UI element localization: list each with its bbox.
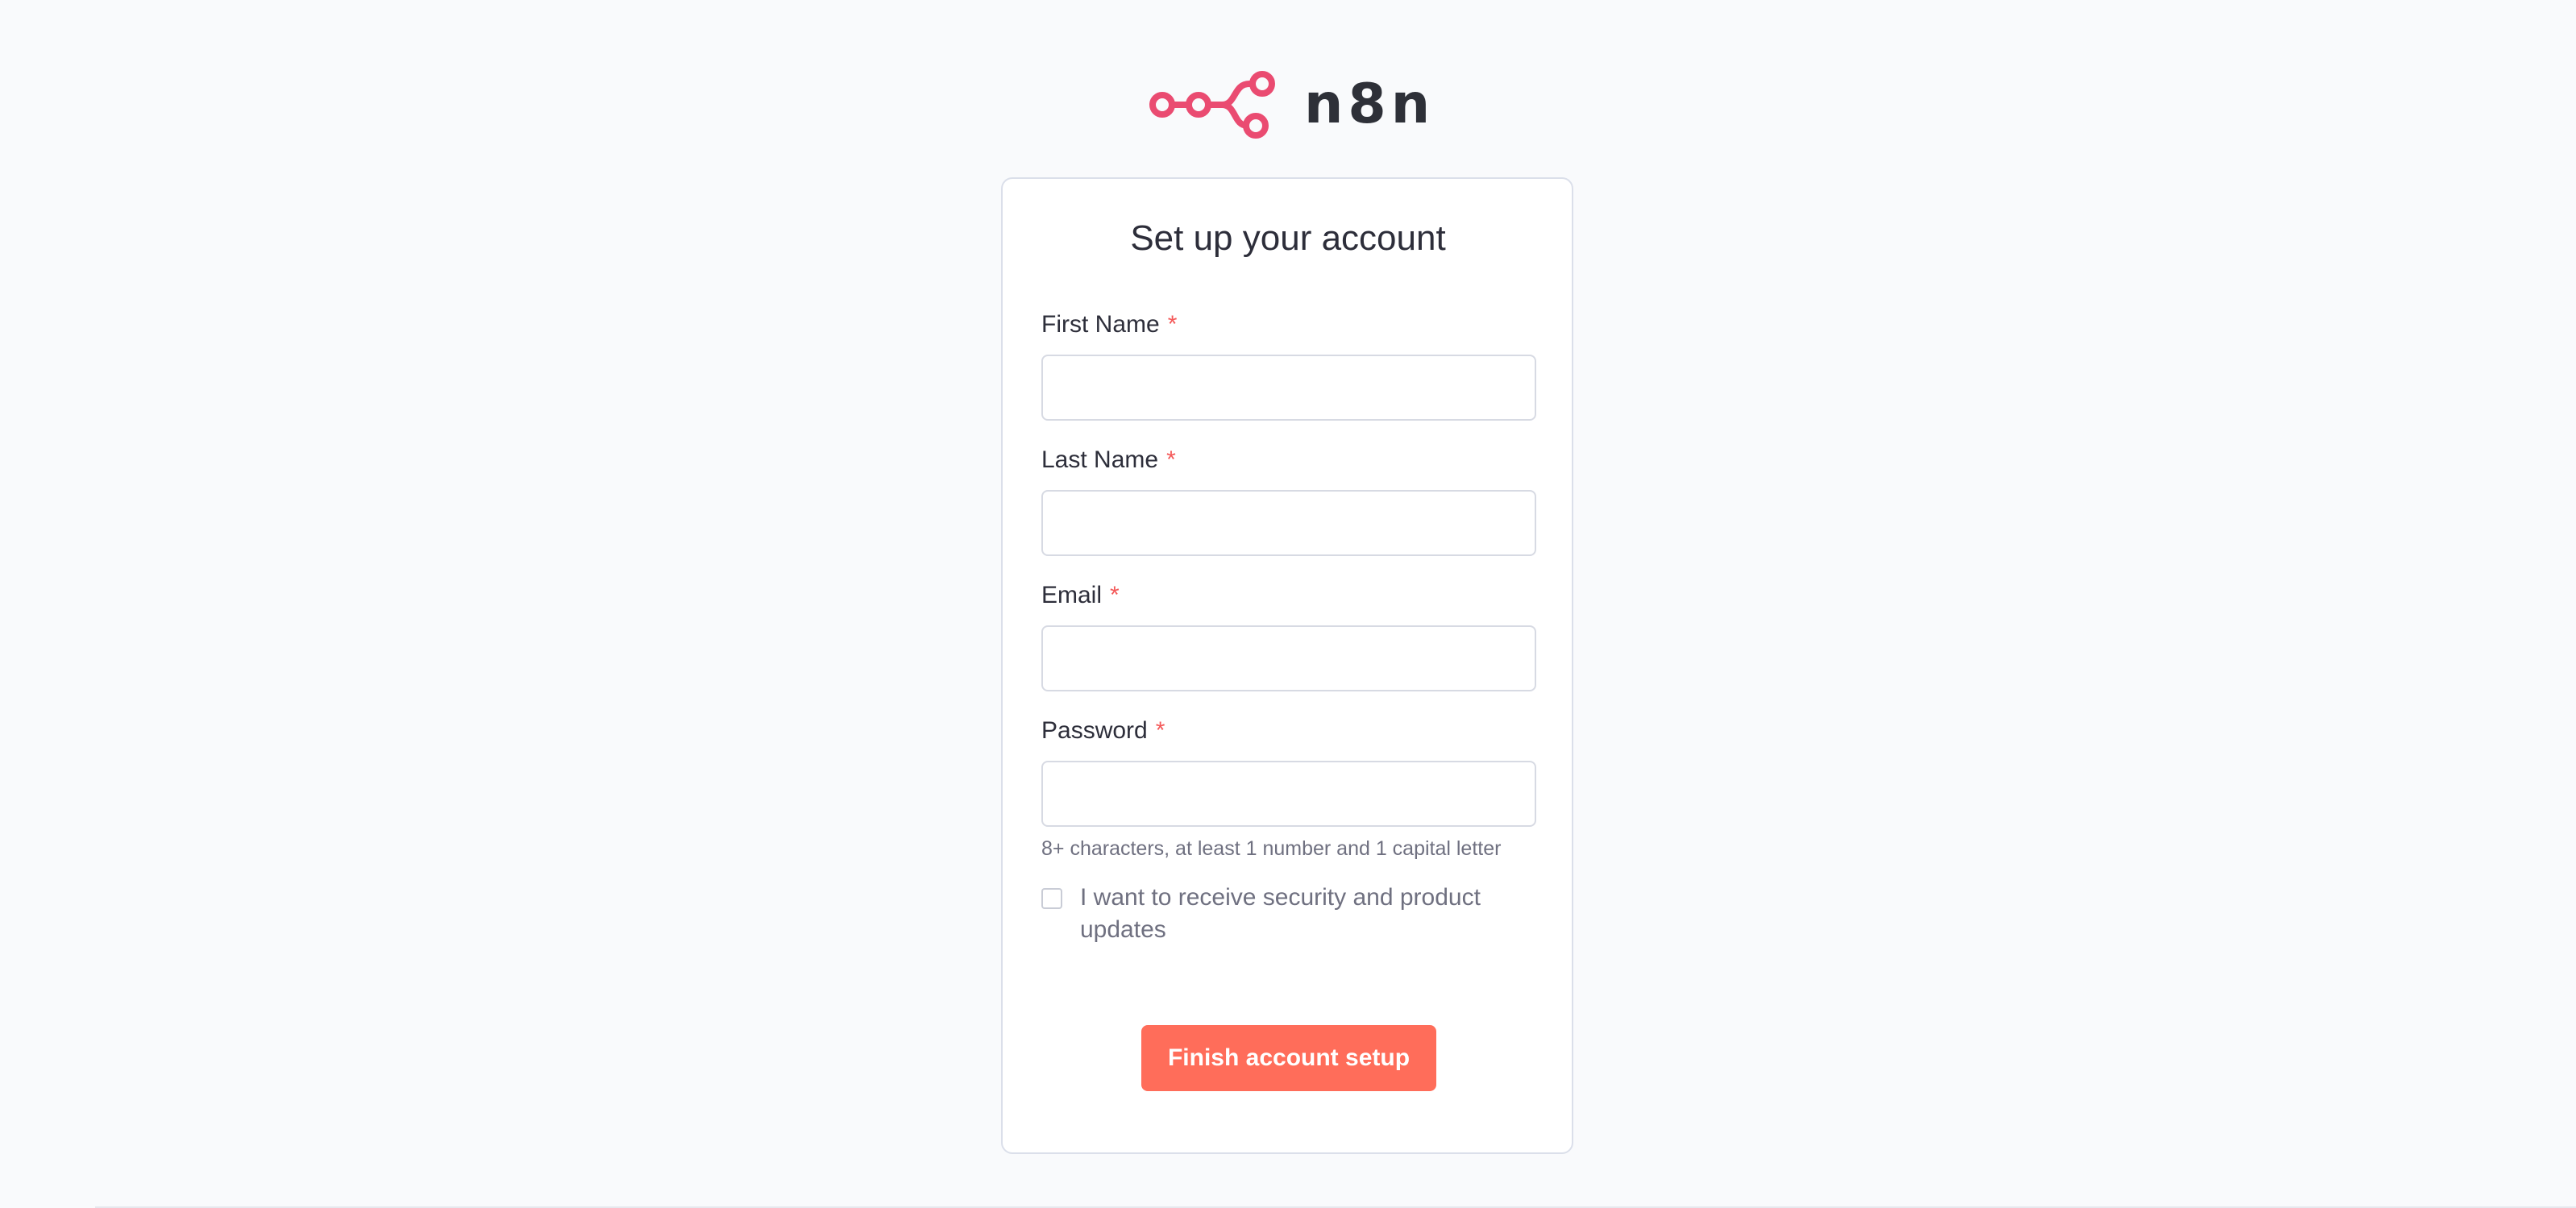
page-title: Set up your account bbox=[1130, 218, 1446, 258]
brand-name: n8n bbox=[1304, 73, 1435, 136]
updates-checkbox-label[interactable]: I want to receive security and product u… bbox=[1080, 882, 1515, 946]
updates-checkbox-row[interactable]: I want to receive security and product u… bbox=[1041, 882, 1541, 946]
email-label: Email * bbox=[1041, 579, 1120, 612]
required-marker: * bbox=[1167, 311, 1178, 338]
email-label-text: Email bbox=[1041, 582, 1103, 608]
password-label-text: Password bbox=[1041, 717, 1148, 744]
last-name-input[interactable] bbox=[1041, 490, 1536, 556]
password-input[interactable] bbox=[1041, 761, 1536, 827]
finish-setup-button[interactable]: Finish account setup bbox=[1141, 1025, 1436, 1091]
required-marker: * bbox=[1110, 582, 1120, 608]
n8n-logo-icon bbox=[1149, 71, 1275, 139]
first-name-label: First Name * bbox=[1041, 309, 1177, 341]
n8n-logo: n8n bbox=[1148, 68, 1435, 142]
email-input[interactable] bbox=[1041, 625, 1536, 691]
password-hint: 8+ characters, at least 1 number and 1 c… bbox=[1041, 837, 1502, 860]
updates-checkbox[interactable] bbox=[1041, 888, 1062, 909]
last-name-label-text: Last Name bbox=[1041, 446, 1159, 473]
required-marker: * bbox=[1155, 717, 1165, 744]
required-marker: * bbox=[1166, 446, 1176, 473]
first-name-label-text: First Name bbox=[1041, 311, 1160, 338]
password-label: Password * bbox=[1041, 715, 1165, 747]
first-name-input[interactable] bbox=[1041, 355, 1536, 421]
last-name-label: Last Name * bbox=[1041, 444, 1176, 476]
